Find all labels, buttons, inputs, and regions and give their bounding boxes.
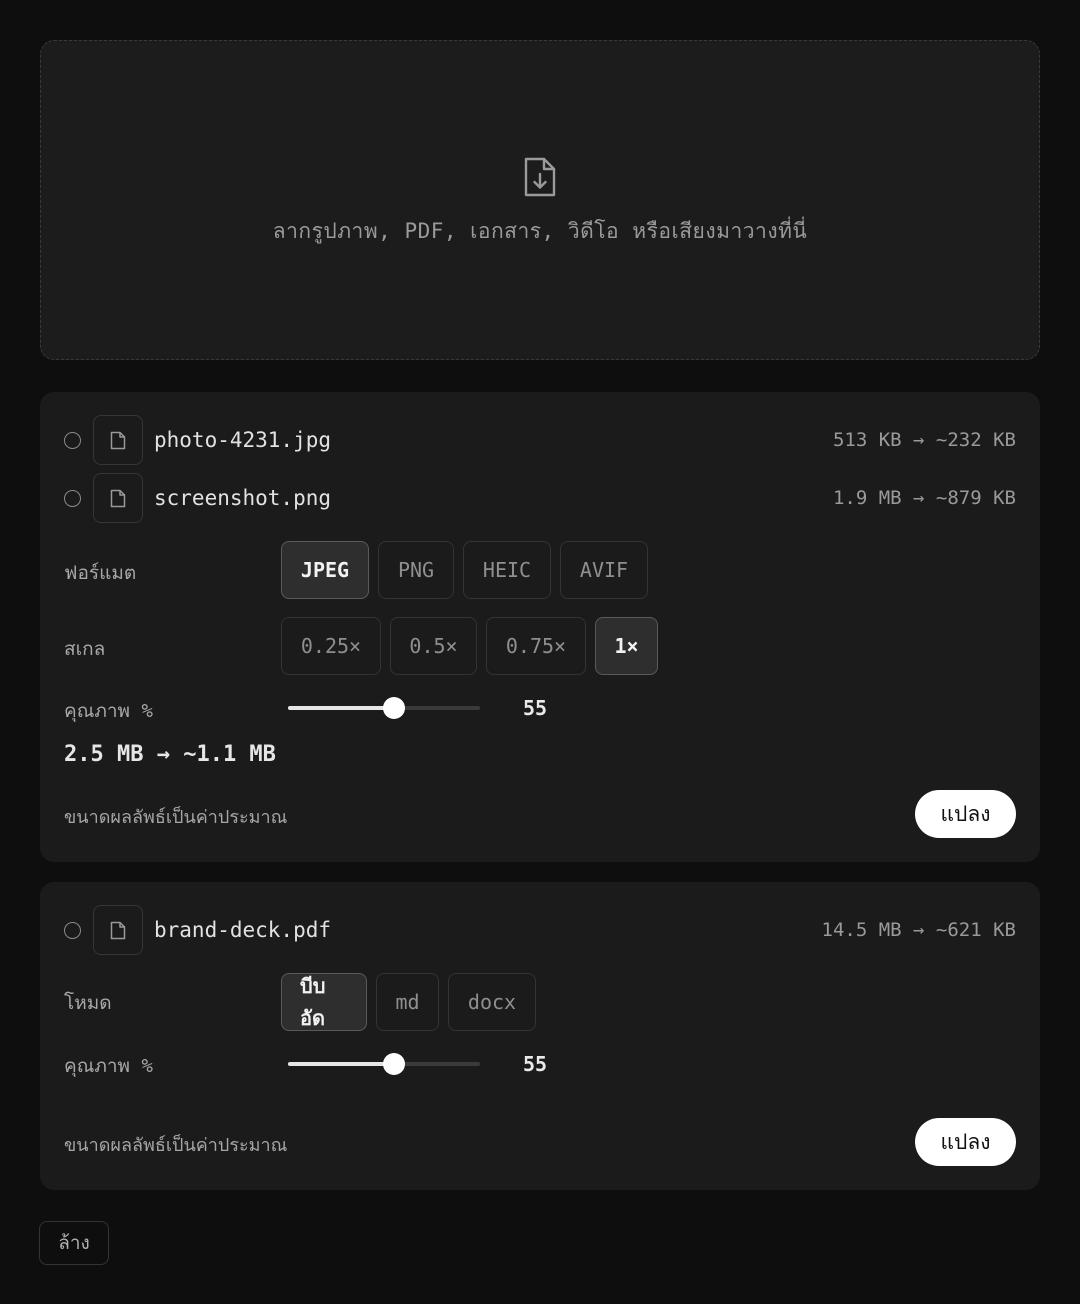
scale-option-0-5[interactable]: 0.5× — [390, 617, 477, 675]
file-dropzone[interactable]: ลากรูปภาพ, PDF, เอกสาร, วิดีโอ หรือเสียง… — [40, 40, 1040, 360]
mode-option-docx[interactable]: docx — [448, 973, 536, 1031]
file-row[interactable]: screenshot.png 1.9 MB → ~879 KB — [64, 473, 1016, 523]
convert-button[interactable]: แปลง — [915, 1118, 1016, 1166]
estimate-note: ขนาดผลลัพธ์เป็นค่าประมาณ — [64, 807, 288, 828]
scale-option-0-25[interactable]: 0.25× — [281, 617, 381, 675]
file-size: 513 KB → ~232 KB — [832, 429, 1016, 451]
file-size: 1.9 MB → ~879 KB — [832, 487, 1016, 509]
dropzone-text: ลากรูปภาพ, PDF, เอกสาร, วิดีโอ หรือเสียง… — [272, 218, 808, 243]
format-options: JPEG PNG HEIC AVIF — [281, 541, 648, 599]
slider-fill — [288, 706, 394, 710]
format-label: ฟอร์แมต — [64, 562, 137, 584]
mode-label: โหมด — [64, 992, 112, 1014]
file-name: screenshot.png — [154, 486, 332, 510]
convert-button[interactable]: แปลง — [915, 790, 1016, 838]
file-download-icon — [520, 153, 560, 201]
scale-options: 0.25× 0.5× 0.75× 1× — [281, 617, 658, 675]
slider-fill — [288, 1062, 394, 1066]
file-name: brand-deck.pdf — [154, 918, 332, 942]
file-icon — [93, 415, 143, 465]
scale-option-1[interactable]: 1× — [595, 617, 658, 675]
file-name: photo-4231.jpg — [154, 428, 332, 452]
quality-slider[interactable] — [288, 1052, 480, 1076]
file-icon — [93, 905, 143, 955]
clear-button[interactable]: ล้าง — [39, 1221, 109, 1265]
converter-page: ลากรูปภาพ, PDF, เอกสาร, วิดีโอ หรือเสียง… — [0, 0, 1080, 1304]
total-size-estimate: 2.5 MB → ~1.1 MB — [64, 742, 276, 767]
scale-label: สเกล — [64, 638, 106, 660]
quality-label: คุณภาพ % — [64, 700, 153, 722]
file-row[interactable]: brand-deck.pdf 14.5 MB → ~621 KB — [64, 905, 1016, 955]
slider-thumb[interactable] — [383, 1053, 405, 1075]
estimate-note: ขนาดผลลัพธ์เป็นค่าประมาณ — [64, 1135, 288, 1156]
quality-value: 55 — [523, 1052, 548, 1076]
format-option-jpeg[interactable]: JPEG — [281, 541, 369, 599]
file-select-radio[interactable] — [64, 489, 81, 507]
scale-option-0-75[interactable]: 0.75× — [486, 617, 586, 675]
format-option-png[interactable]: PNG — [378, 541, 454, 599]
file-row[interactable]: photo-4231.jpg 513 KB → ~232 KB — [64, 415, 1016, 465]
image-conversion-card: photo-4231.jpg 513 KB → ~232 KB screensh… — [40, 392, 1040, 862]
pdf-conversion-card: brand-deck.pdf 14.5 MB → ~621 KB โหมด บี… — [40, 882, 1040, 1190]
slider-thumb[interactable] — [383, 697, 405, 719]
file-select-radio[interactable] — [64, 431, 81, 449]
mode-option-compress[interactable]: บีบอัด — [281, 973, 367, 1031]
format-option-heic[interactable]: HEIC — [463, 541, 551, 599]
file-icon — [93, 473, 143, 523]
mode-option-md[interactable]: md — [376, 973, 439, 1031]
format-option-avif[interactable]: AVIF — [560, 541, 648, 599]
file-size: 14.5 MB → ~621 KB — [821, 919, 1016, 941]
mode-options: บีบอัด md docx — [281, 973, 536, 1031]
quality-value: 55 — [523, 696, 548, 720]
quality-slider[interactable] — [288, 696, 480, 720]
file-select-radio[interactable] — [64, 921, 81, 939]
quality-label: คุณภาพ % — [64, 1055, 153, 1077]
